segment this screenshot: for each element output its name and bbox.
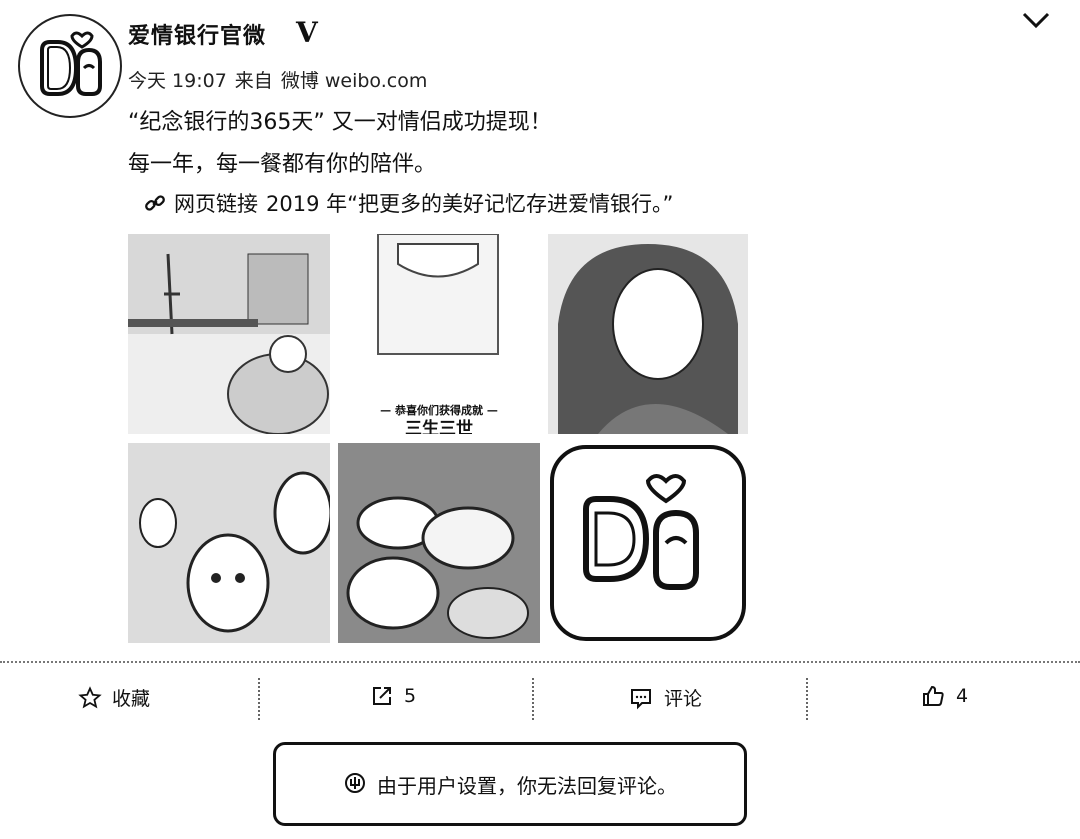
verified-badge: V [296,16,318,49]
chevron-down-icon[interactable] [1016,8,1056,34]
post-time: 今天 19:07 [128,70,227,92]
star-icon [78,685,102,708]
like-count: 4 [956,685,969,707]
thumbs-up-icon [923,685,944,706]
author-name[interactable]: 爱情银行官微 [128,18,266,50]
info-icon [345,773,365,793]
action-separator [258,678,260,720]
post-source[interactable]: 微博 weibo.com [281,70,428,92]
link-icon [145,195,165,211]
action-separator [806,678,808,720]
avatar[interactable] [18,14,122,118]
post-image-4[interactable] [128,443,330,643]
repost-icon [373,687,391,705]
post-image-6[interactable] [548,443,748,643]
notice-text: 由于用户设置，你无法回复评论。 [377,773,677,798]
repost-count: 5 [404,685,417,707]
post-meta: 今天 19:07 来自 微博 weibo.com [128,66,435,93]
image-caption-big: 三生三世 [405,419,473,434]
link-text: 2019 年“把更多的美好记忆存进爱情银行。” [266,192,674,216]
post-text-line-1: “纪念银行的365天” 又一对情侣成功提现！ [128,110,552,135]
comment-button[interactable]: 评论 [628,684,702,711]
link-label: 网页链接 [174,192,258,216]
post-image-5[interactable] [338,443,540,643]
divider [0,661,1080,663]
reply-disabled-notice: 由于用户设置，你无法回复评论。 [273,742,747,826]
source-prefix: 来自 [234,70,273,92]
post-image-3[interactable] [548,234,748,434]
post-image-1[interactable] [128,234,330,434]
post-image-2[interactable]: — 恭喜你们获得成就 — 三生三世 [338,234,540,434]
like-button[interactable]: 4 [920,684,968,708]
post-text-line-2: 每一年，每一餐都有你的陪伴。 [128,152,437,177]
comment-label: 评论 [664,688,703,710]
brand-logo-icon [40,31,102,96]
action-separator [532,678,534,720]
repost-button[interactable]: 5 [370,684,416,708]
web-link[interactable]: 网页链接 2019 年“把更多的美好记忆存进爱情银行。” [144,188,673,218]
favorite-label: 收藏 [112,688,151,710]
comment-icon [631,688,651,709]
favorite-button[interactable]: 收藏 [78,684,150,711]
